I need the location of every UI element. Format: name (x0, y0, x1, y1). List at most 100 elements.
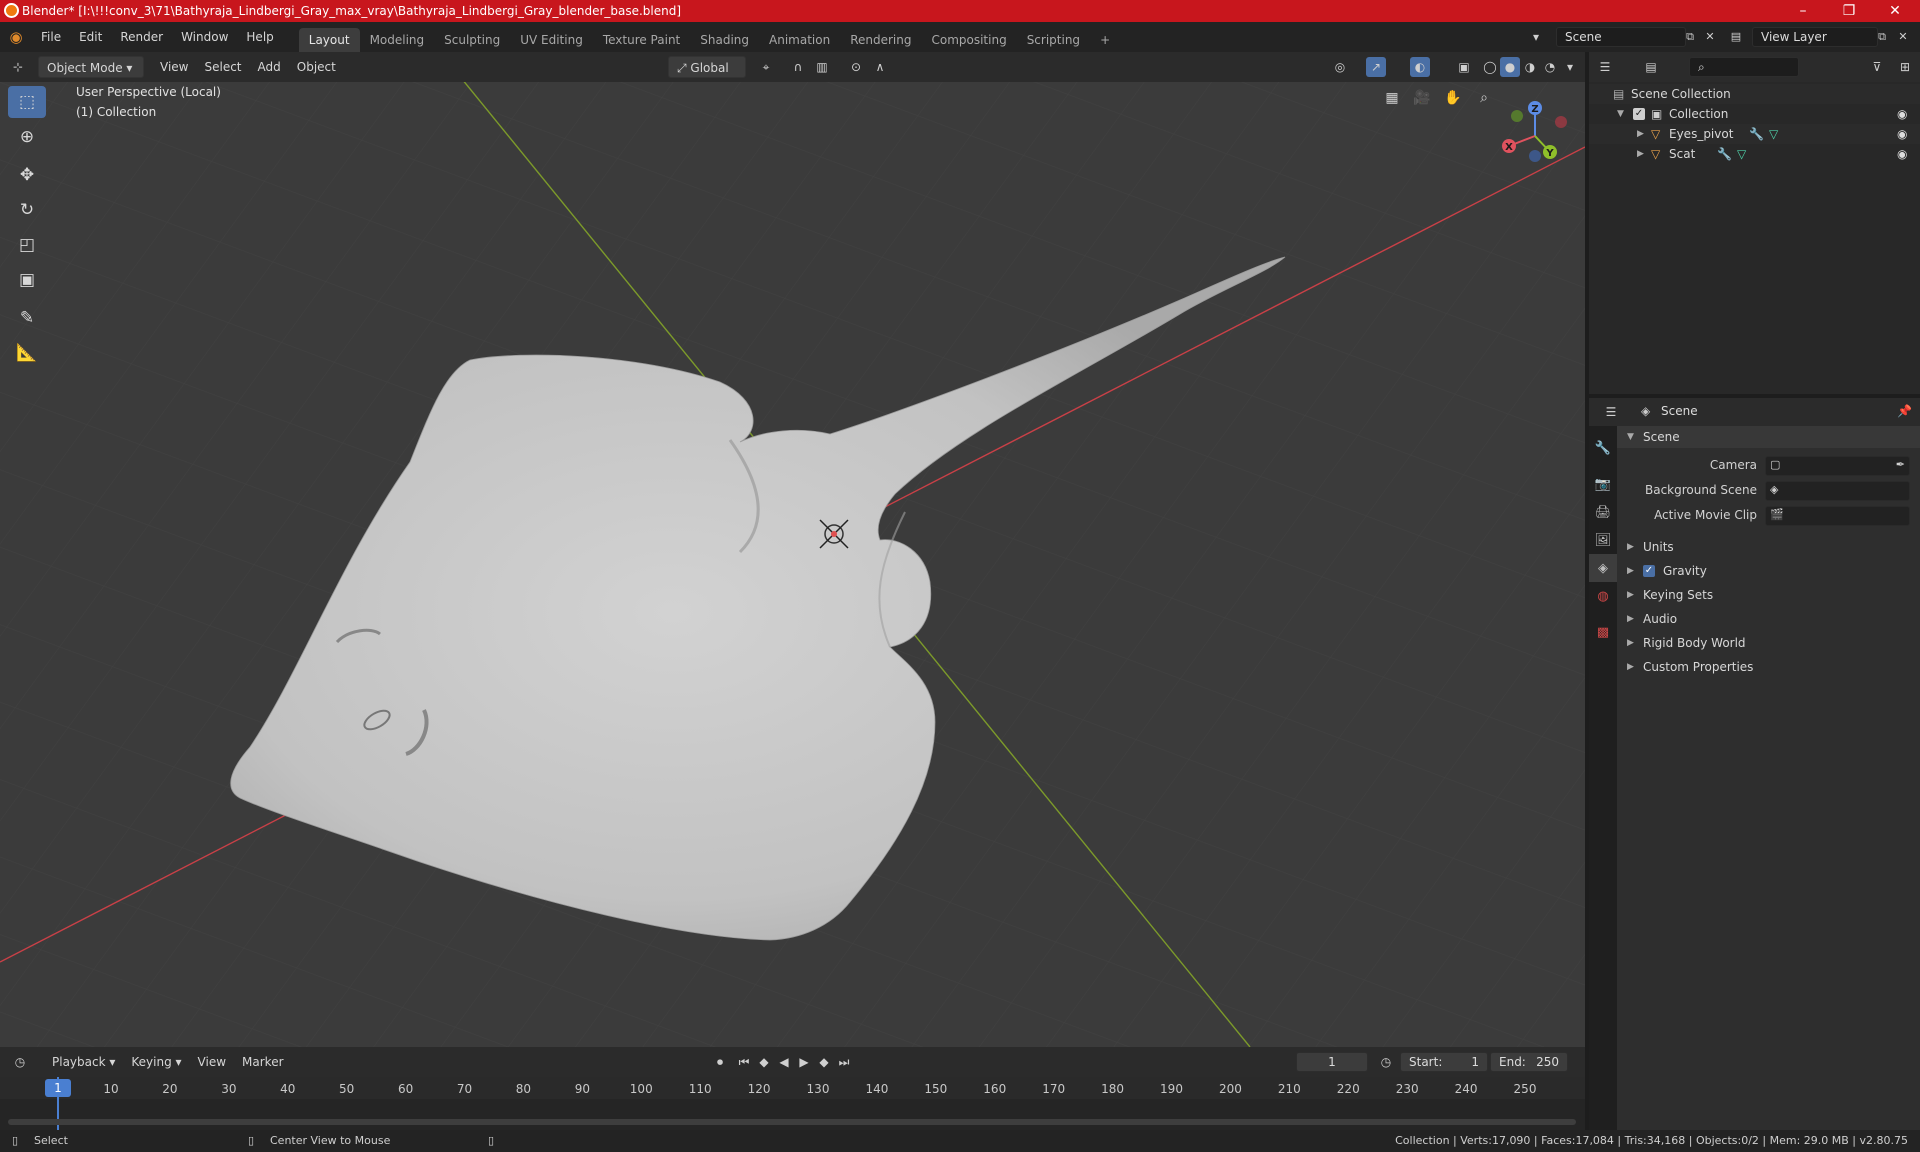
zoom-icon[interactable]: ⌕ (1474, 88, 1494, 108)
prev-keyframe-icon[interactable]: ◆ (754, 1052, 774, 1072)
tab-rendering[interactable]: Rendering (840, 28, 921, 52)
menu-help[interactable]: Help (237, 22, 282, 52)
display-mode-icon[interactable]: ▤ (1641, 57, 1661, 77)
active-movie-clip-field[interactable]: 🎬 (1765, 506, 1910, 526)
play-reverse-icon[interactable]: ◀ (774, 1052, 794, 1072)
add-workspace-button[interactable]: + (1090, 28, 1120, 52)
shading-solid-icon[interactable]: ● (1500, 57, 1520, 77)
scene-remove-icon[interactable]: ✕ (1700, 27, 1720, 47)
pivot-point-icon[interactable]: ⌖ (756, 57, 776, 77)
properties-editor-type-icon[interactable]: ☰ (1601, 402, 1621, 422)
camera-field[interactable]: ▢ ✒ (1765, 456, 1910, 476)
gravity-checkbox[interactable]: ✓ (1643, 565, 1655, 577)
xray-toggle-icon[interactable]: ▣ (1454, 57, 1474, 77)
snap-target-icon[interactable]: ▥ (812, 57, 832, 77)
marker-menu[interactable]: Marker (234, 1051, 291, 1073)
timeline-editor-type-icon[interactable]: ◷ (10, 1052, 30, 1072)
start-frame-field[interactable]: Start: 1 (1400, 1052, 1488, 1072)
maximize-button[interactable]: ❐ (1826, 0, 1872, 22)
pan-hand-icon[interactable]: ✋ (1443, 88, 1463, 108)
expand-arrow-icon[interactable]: ▶ (1637, 124, 1644, 144)
jump-start-icon[interactable]: ⏮ (734, 1052, 754, 1072)
view-menu[interactable]: View (152, 56, 196, 78)
editor-type-icon[interactable]: ⊹ (8, 57, 28, 77)
tab-sculpting[interactable]: Sculpting (434, 28, 510, 52)
scene-selector-icon[interactable]: ▾ (1526, 27, 1546, 47)
next-keyframe-icon[interactable]: ◆ (814, 1052, 834, 1072)
tab-layout[interactable]: Layout (298, 28, 360, 52)
tab-output-icon[interactable]: 🖨 (1589, 498, 1617, 526)
tab-texture-icon[interactable]: ▩ (1589, 618, 1617, 646)
gizmo-toggle-icon[interactable]: ↗ (1366, 57, 1386, 77)
scene-name-field[interactable]: Scene (1556, 27, 1686, 47)
keying-menu[interactable]: Keying ▾ (123, 1051, 189, 1073)
tab-world-icon[interactable]: ◍ (1589, 582, 1617, 610)
blender-menu-icon[interactable]: ◉ (0, 28, 32, 46)
keying-sets-section[interactable]: ▶ Keying Sets (1617, 584, 1920, 606)
custom-properties-section[interactable]: ▶ Custom Properties (1617, 656, 1920, 678)
modifier-wrench-icon[interactable]: 🔧 (1717, 144, 1732, 164)
menu-window[interactable]: Window (172, 22, 237, 52)
outliner-search-input[interactable]: ⌕ (1689, 57, 1799, 77)
eye-icon[interactable]: ◉ (1897, 124, 1907, 144)
outliner-editor-type-icon[interactable]: ☰ (1595, 57, 1615, 77)
pin-icon[interactable]: 📌 (1897, 404, 1912, 418)
3d-viewport[interactable]: ⬚ ⊕ ✥ ↻ ◰ ▣ ✎ 📐 User Perspective (Local)… (0, 82, 1585, 1047)
modifier-wrench-icon[interactable]: 🔧 (1749, 124, 1764, 144)
play-icon[interactable]: ▶ (794, 1052, 814, 1072)
background-scene-field[interactable]: ◈ (1765, 481, 1910, 501)
frame-ruler[interactable]: 10 20 30 40 50 60 70 80 90 100 110 120 130 140 150 160 1… (0, 1077, 1585, 1099)
collection-checkbox[interactable]: ✓ (1633, 108, 1645, 120)
mode-dropdown[interactable]: Object Mode ▾ (38, 56, 144, 78)
tab-modeling[interactable]: Modeling (360, 28, 435, 52)
tab-uv-editing[interactable]: UV Editing (510, 28, 593, 52)
overlays-toggle-icon[interactable]: ◐ (1410, 57, 1430, 77)
shading-rendered-icon[interactable]: ◔ (1540, 57, 1560, 77)
navigation-gizmo[interactable]: Z X Y (1495, 94, 1585, 174)
jump-end-icon[interactable]: ⏭ (834, 1052, 854, 1072)
end-frame-field[interactable]: End: 250 (1490, 1052, 1568, 1072)
filter-icon[interactable]: ⊽ (1867, 57, 1887, 77)
select-menu[interactable]: Select (196, 56, 249, 78)
tab-shading[interactable]: Shading (690, 28, 759, 52)
outliner-row-eyes-pivot[interactable]: ▶ ▽ Eyes_pivot 🔧 ▽ ◉ (1589, 124, 1920, 144)
menu-edit[interactable]: Edit (70, 22, 111, 52)
camera-view-icon[interactable]: 🎥 (1412, 88, 1432, 108)
menu-render[interactable]: Render (111, 22, 172, 52)
shading-options-icon[interactable]: ▾ (1560, 57, 1580, 77)
eye-icon[interactable]: ◉ (1897, 144, 1907, 164)
annotate-tool-icon[interactable]: ✎ (8, 302, 46, 334)
preview-range-icon[interactable]: ◷ (1376, 1052, 1396, 1072)
mesh-data-icon[interactable]: ▽ (1769, 124, 1778, 144)
tab-view-layer-icon[interactable]: 🖼 (1589, 526, 1617, 554)
new-collection-icon[interactable]: ⊞ (1895, 57, 1915, 77)
move-tool-icon[interactable]: ✥ (8, 159, 46, 191)
select-box-tool-icon[interactable]: ⬚ (8, 86, 46, 118)
add-menu[interactable]: Add (250, 56, 289, 78)
current-frame-field[interactable]: 1 (1296, 1052, 1368, 1072)
scale-tool-icon[interactable]: ◰ (8, 229, 46, 261)
visibility-icon[interactable]: ◎ (1330, 57, 1350, 77)
rigid-body-world-section[interactable]: ▶ Rigid Body World (1617, 632, 1920, 654)
rotate-tool-icon[interactable]: ↻ (8, 194, 46, 226)
outliner-row-collection[interactable]: ▼ ✓ ▣ Collection ◉ (1589, 104, 1920, 124)
audio-section[interactable]: ▶ Audio (1617, 608, 1920, 630)
outliner-row-scat[interactable]: ▶ ▽ Scat 🔧 ▽ ◉ (1589, 144, 1920, 164)
mesh-data-icon[interactable]: ▽ (1737, 144, 1746, 164)
gravity-section[interactable]: ▶ ✓ Gravity (1617, 560, 1920, 582)
record-icon[interactable]: ⏺ (710, 1052, 730, 1072)
falloff-icon[interactable]: ∧ (870, 57, 890, 77)
tab-render-icon[interactable]: 📷 (1589, 470, 1617, 498)
eyedropper-icon[interactable]: ✒ (1896, 458, 1905, 471)
scene-panel-header[interactable]: ▼ Scene (1617, 426, 1920, 448)
outliner-row-scene-collection[interactable]: ▤ Scene Collection (1589, 84, 1920, 104)
menu-file[interactable]: File (32, 22, 70, 52)
playback-menu[interactable]: Playback ▾ (44, 1051, 123, 1073)
timeline-scrollbar[interactable] (8, 1119, 1576, 1125)
expand-arrow-icon[interactable]: ▶ (1637, 144, 1644, 164)
scene-copy-icon[interactable]: ⧉ (1680, 27, 1700, 47)
minimize-button[interactable]: – (1780, 0, 1826, 22)
timeline[interactable]: 10 20 30 40 50 60 70 80 90 100 110 120 130 140 150 160 1… (0, 1077, 1585, 1130)
tab-scripting[interactable]: Scripting (1017, 28, 1090, 52)
shading-wireframe-icon[interactable]: ◯ (1480, 57, 1500, 77)
